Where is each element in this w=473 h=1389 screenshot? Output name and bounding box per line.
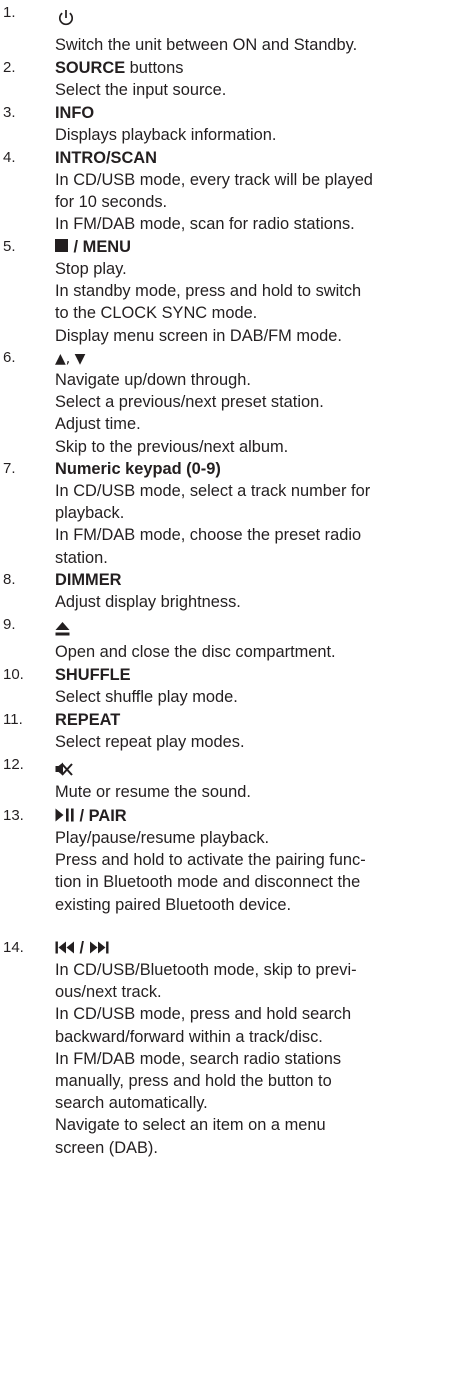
play-pause-icon [55,808,74,822]
item-title: / MENU [55,236,131,258]
item-number: 1. [3,4,16,21]
item-description-line: In standby mode, press and hold to switc… [55,282,362,301]
item-number: 8. [3,571,16,588]
item-description-line: In CD/USB/Bluetooth mode, skip to previ- [55,961,357,979]
item-description-line: Skip to the previous/next album. [55,437,289,456]
item-title: REPEAT [55,711,121,729]
item-description-line: Mute or resume the sound. [55,783,251,801]
item-title: INTRO/SCAN [55,149,157,167]
item-description-line: In FM/DAB mode, search radio stations [55,1049,342,1068]
item-title [55,617,70,639]
item-title: / PAIR [55,805,127,827]
item-title: DIMMER [55,571,122,589]
skip-previous-icon [55,941,74,954]
item-number: 6. [3,349,16,366]
item-description-line: Adjust time. [55,415,141,434]
item-title: INFO [55,104,95,122]
item-number: 11. [3,711,23,728]
item-title: ▲, ▼ [55,347,85,370]
skip-next-icon [89,941,109,954]
item-number: 9. [3,616,16,633]
item-number: 3. [3,104,16,121]
item-title [58,6,74,28]
item-description-line: to the CLOCK SYNC mode. [55,304,258,323]
item-description-line: In CD/USB mode, select a track number fo… [55,482,371,500]
item-description-line: Select shuffle play mode. [55,688,238,706]
item-description-line: Select repeat play modes. [55,733,245,751]
item-description-line: Displays playback information. [55,126,277,144]
item-description-line: In FM/DAB mode, choose the preset radio [55,526,362,545]
item-description-line: In FM/DAB mode, scan for radio stations. [55,215,355,234]
item-description-line: station. [55,548,108,567]
mute-icon [55,762,73,776]
item-description-line: Press and hold to activate the pairing f… [55,851,366,870]
item-description-line: In CD/USB mode, press and hold search [55,1005,352,1024]
item-description-line: Select a previous/next preset station. [55,393,324,412]
item-description-line: existing paired Bluetooth device. [55,895,291,914]
item-number: 13. [3,807,24,824]
item-description-line: backward/forward within a track/disc. [55,1027,323,1046]
item-number: 10. [3,666,24,683]
item-description-line: Stop play. [55,260,127,278]
item-description-line: Navigate up/down through. [55,371,251,389]
item-number: 12. [3,756,24,773]
item-description-line: screen (DAB). [55,1138,158,1157]
eject-icon [55,621,70,636]
item-description-line: ous/next track. [55,983,162,1002]
item-description-line: manually, press and hold the button to [55,1071,332,1090]
item-description-line: Open and close the disc compartment. [55,643,336,661]
item-description-line: Play/pause/resume playback. [55,829,270,847]
item-number: 14. [3,939,24,956]
item-number: 4. [3,149,16,166]
item-title [55,757,73,779]
stop-icon [55,239,68,253]
item-description-line: Adjust display brightness. [55,593,241,611]
item-description-line: Display menu screen in DAB/FM mode. [55,326,342,345]
item-title: / [55,937,109,959]
power-icon [58,9,74,25]
item-description-line: Select the input source. [55,81,227,99]
item-title: Numeric keypad (0-9) [55,460,221,478]
item-description-line: for 10 seconds. [55,193,168,212]
item-title: SHUFFLE [55,666,131,684]
item-description-line: playback. [55,504,125,523]
item-description-line: Navigate to select an item on a menu [55,1116,326,1135]
item-description-line: search automatically. [55,1094,208,1113]
item-description-line: Switch the unit between ON and Standby. [55,36,358,54]
item-description-line: In CD/USB mode, every track will be play… [55,171,373,189]
up-down-arrows-icon: ▲, ▼ [55,351,86,367]
item-title: SOURCE buttons [55,59,184,77]
item-description-line: tion in Bluetooth mode and disconnect th… [55,873,361,892]
item-number: 7. [3,460,16,477]
item-number: 5. [3,238,16,255]
item-number: 2. [3,59,16,76]
